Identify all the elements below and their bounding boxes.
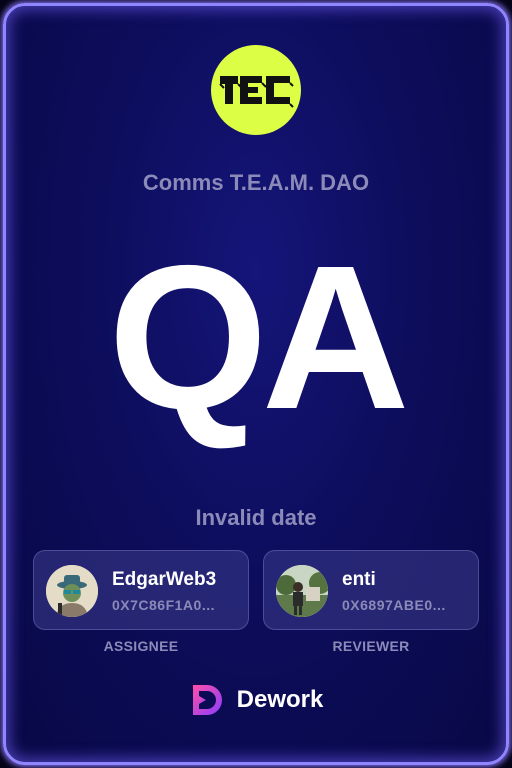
- avatar-photo-icon: [276, 565, 328, 617]
- assignee-card[interactable]: EdgarWeb3 0X7C86F1A0...: [33, 550, 249, 630]
- reviewer-role-label: REVIEWER: [332, 638, 410, 654]
- task-title: QA: [108, 223, 410, 452]
- assignee-name: EdgarWeb3: [112, 569, 217, 590]
- reviewer-address: 0X6897ABE0...: [342, 597, 446, 613]
- page: Comms T.E.A.M. DAO QA Invalid date Edgar…: [0, 0, 512, 768]
- tec-logo-icon: [219, 76, 294, 108]
- reviewer-name: enti: [342, 569, 376, 590]
- brand-name: Dework: [236, 686, 324, 713]
- dework-logo-icon: [192, 685, 222, 715]
- organization-logo: [211, 45, 301, 135]
- assignee-avatar: [46, 565, 98, 617]
- reviewer-avatar: [276, 565, 328, 617]
- assignee-role-label: ASSIGNEE: [103, 638, 179, 654]
- dework-brand[interactable]: Dework: [0, 682, 512, 718]
- avatar-image-icon: [46, 565, 98, 617]
- reviewer-card[interactable]: enti 0X6897ABE0...: [263, 550, 479, 630]
- task-date: Invalid date: [195, 505, 317, 530]
- assignee-address: 0X7C86F1A0...: [112, 597, 215, 613]
- organization-name: Comms T.E.A.M. DAO: [142, 170, 370, 195]
